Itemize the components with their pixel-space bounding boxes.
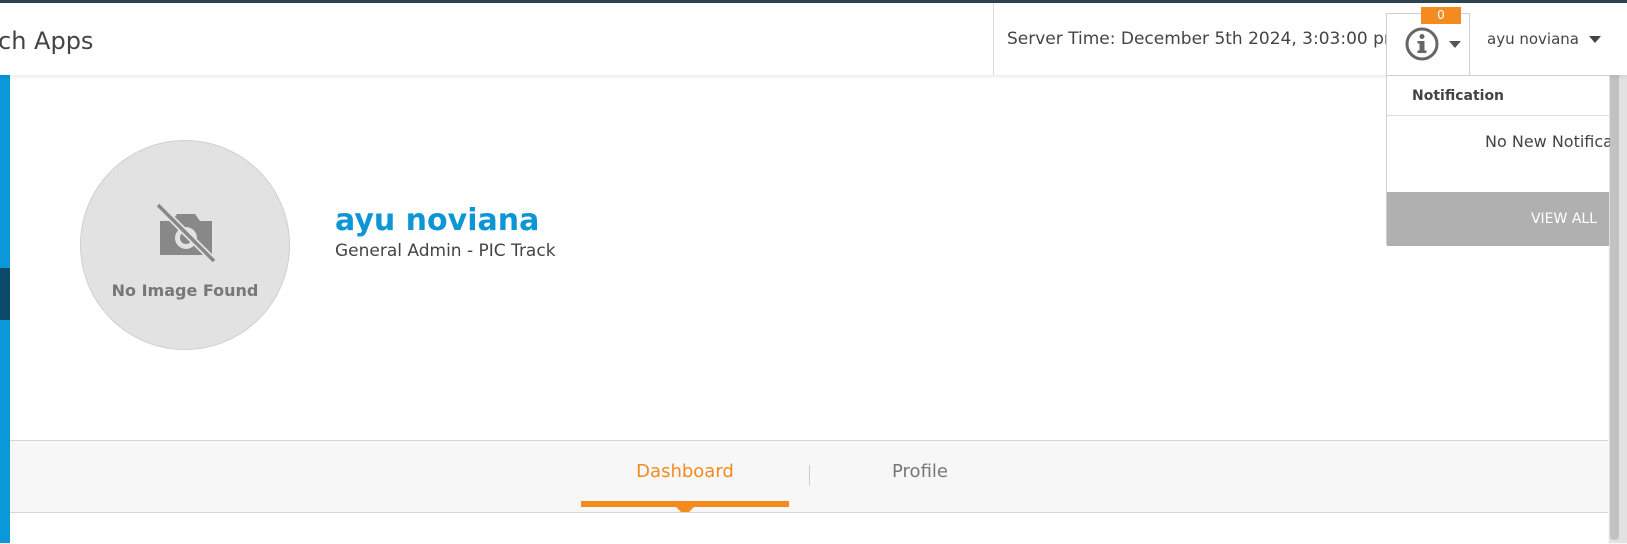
server-time: Server Time: December 5th 2024, 3:03:00 … [993, 3, 1400, 75]
notification-dropdown: Notification No New Notifica VIEW ALL [1386, 75, 1610, 246]
info-icon [1404, 26, 1440, 66]
tab-content-area [10, 512, 1608, 544]
no-image-label: No Image Found [111, 281, 259, 300]
username-label: ayu noviana [1487, 30, 1579, 48]
tab-divider [809, 465, 810, 486]
view-all-button[interactable]: VIEW ALL [1387, 192, 1609, 246]
notification-count-badge: 0 [1421, 7, 1461, 24]
tab-dashboard[interactable]: Dashboard [581, 461, 789, 482]
sidebar-active-marker [0, 268, 10, 320]
tab-profile[interactable]: Profile [830, 461, 1010, 482]
user-menu-button[interactable]: ayu noviana [1487, 3, 1601, 75]
app-brand-title[interactable]: ch Apps [0, 27, 93, 55]
profile-name: ayu noviana [335, 203, 540, 238]
profile-tabs: Dashboard Profile [10, 441, 1608, 516]
no-camera-icon [152, 199, 220, 271]
avatar: No Image Found [80, 140, 290, 350]
notification-header: Notification [1387, 76, 1609, 116]
scrollbar-thumb[interactable] [1610, 20, 1619, 540]
chevron-down-icon [1588, 36, 1601, 43]
profile-role: General Admin - PIC Track [335, 241, 556, 261]
profile-card: No Image Found ayu noviana General Admin… [10, 75, 1608, 441]
notification-empty-message: No New Notifica [1485, 132, 1610, 151]
chevron-down-icon [1449, 41, 1461, 48]
